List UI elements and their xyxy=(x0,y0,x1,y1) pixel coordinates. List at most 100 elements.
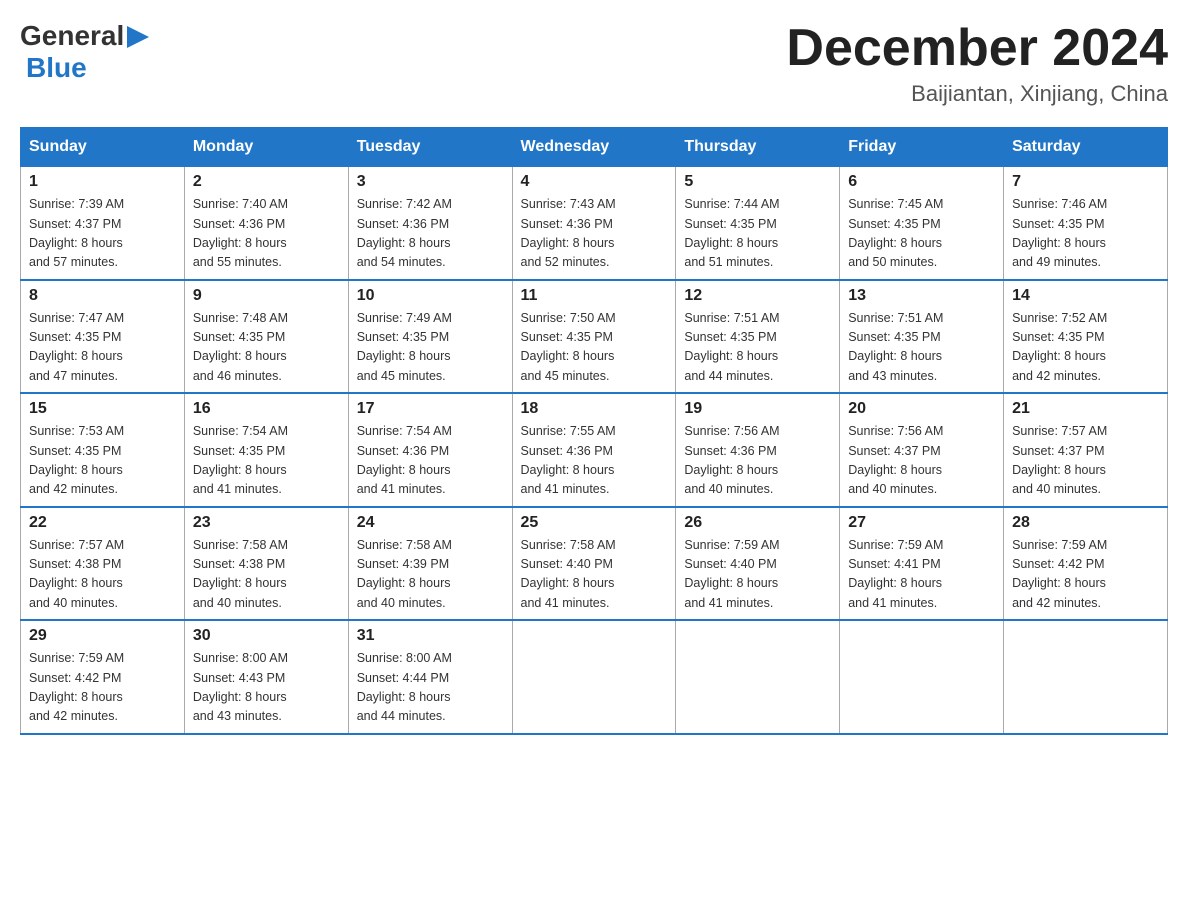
day-info: Sunrise: 7:54 AMSunset: 4:36 PMDaylight:… xyxy=(357,422,504,500)
day-number: 28 xyxy=(1012,514,1159,532)
day-info: Sunrise: 7:47 AMSunset: 4:35 PMDaylight:… xyxy=(29,309,176,387)
day-info: Sunrise: 7:59 AMSunset: 4:40 PMDaylight:… xyxy=(684,536,831,614)
day-number: 24 xyxy=(357,514,504,532)
day-info: Sunrise: 7:44 AMSunset: 4:35 PMDaylight:… xyxy=(684,195,831,273)
calendar-cell: 8 Sunrise: 7:47 AMSunset: 4:35 PMDayligh… xyxy=(21,280,185,394)
day-info: Sunrise: 7:48 AMSunset: 4:35 PMDaylight:… xyxy=(193,309,340,387)
calendar-cell: 28 Sunrise: 7:59 AMSunset: 4:42 PMDaylig… xyxy=(1004,507,1168,621)
calendar-week-row: 1 Sunrise: 7:39 AMSunset: 4:37 PMDayligh… xyxy=(21,167,1168,280)
day-number: 12 xyxy=(684,287,831,305)
day-number: 9 xyxy=(193,287,340,305)
title-block: December 2024 Baijiantan, Xinjiang, Chin… xyxy=(786,20,1168,107)
calendar-cell: 13 Sunrise: 7:51 AMSunset: 4:35 PMDaylig… xyxy=(840,280,1004,394)
calendar-cell: 1 Sunrise: 7:39 AMSunset: 4:37 PMDayligh… xyxy=(21,167,185,280)
day-number: 25 xyxy=(521,514,668,532)
day-number: 5 xyxy=(684,173,831,191)
column-header-friday: Friday xyxy=(840,128,1004,167)
day-number: 20 xyxy=(848,400,995,418)
calendar-week-row: 8 Sunrise: 7:47 AMSunset: 4:35 PMDayligh… xyxy=(21,280,1168,394)
day-info: Sunrise: 7:45 AMSunset: 4:35 PMDaylight:… xyxy=(848,195,995,273)
day-number: 18 xyxy=(521,400,668,418)
day-info: Sunrise: 7:51 AMSunset: 4:35 PMDaylight:… xyxy=(848,309,995,387)
calendar-cell: 3 Sunrise: 7:42 AMSunset: 4:36 PMDayligh… xyxy=(348,167,512,280)
calendar-cell xyxy=(676,620,840,734)
day-info: Sunrise: 7:58 AMSunset: 4:40 PMDaylight:… xyxy=(521,536,668,614)
day-info: Sunrise: 7:57 AMSunset: 4:37 PMDaylight:… xyxy=(1012,422,1159,500)
day-info: Sunrise: 7:46 AMSunset: 4:35 PMDaylight:… xyxy=(1012,195,1159,273)
day-number: 13 xyxy=(848,287,995,305)
day-info: Sunrise: 7:56 AMSunset: 4:37 PMDaylight:… xyxy=(848,422,995,500)
calendar-cell: 31 Sunrise: 8:00 AMSunset: 4:44 PMDaylig… xyxy=(348,620,512,734)
day-info: Sunrise: 8:00 AMSunset: 4:43 PMDaylight:… xyxy=(193,649,340,727)
day-number: 7 xyxy=(1012,173,1159,191)
day-info: Sunrise: 7:49 AMSunset: 4:35 PMDaylight:… xyxy=(357,309,504,387)
calendar-cell: 22 Sunrise: 7:57 AMSunset: 4:38 PMDaylig… xyxy=(21,507,185,621)
day-info: Sunrise: 7:56 AMSunset: 4:36 PMDaylight:… xyxy=(684,422,831,500)
day-number: 17 xyxy=(357,400,504,418)
calendar-header-row: SundayMondayTuesdayWednesdayThursdayFrid… xyxy=(21,128,1168,167)
logo-arrow-icon xyxy=(127,26,149,48)
day-info: Sunrise: 7:51 AMSunset: 4:35 PMDaylight:… xyxy=(684,309,831,387)
calendar-cell: 17 Sunrise: 7:54 AMSunset: 4:36 PMDaylig… xyxy=(348,393,512,507)
calendar-cell: 23 Sunrise: 7:58 AMSunset: 4:38 PMDaylig… xyxy=(184,507,348,621)
day-number: 31 xyxy=(357,627,504,645)
day-info: Sunrise: 7:40 AMSunset: 4:36 PMDaylight:… xyxy=(193,195,340,273)
calendar-cell xyxy=(1004,620,1168,734)
day-info: Sunrise: 7:58 AMSunset: 4:39 PMDaylight:… xyxy=(357,536,504,614)
day-number: 15 xyxy=(29,400,176,418)
day-info: Sunrise: 7:59 AMSunset: 4:42 PMDaylight:… xyxy=(1012,536,1159,614)
calendar-week-row: 29 Sunrise: 7:59 AMSunset: 4:42 PMDaylig… xyxy=(21,620,1168,734)
day-info: Sunrise: 7:53 AMSunset: 4:35 PMDaylight:… xyxy=(29,422,176,500)
calendar-cell: 21 Sunrise: 7:57 AMSunset: 4:37 PMDaylig… xyxy=(1004,393,1168,507)
day-number: 22 xyxy=(29,514,176,532)
calendar-cell: 4 Sunrise: 7:43 AMSunset: 4:36 PMDayligh… xyxy=(512,167,676,280)
calendar-cell: 7 Sunrise: 7:46 AMSunset: 4:35 PMDayligh… xyxy=(1004,167,1168,280)
location-title: Baijiantan, Xinjiang, China xyxy=(786,81,1168,107)
day-info: Sunrise: 7:54 AMSunset: 4:35 PMDaylight:… xyxy=(193,422,340,500)
calendar-cell: 10 Sunrise: 7:49 AMSunset: 4:35 PMDaylig… xyxy=(348,280,512,394)
day-number: 3 xyxy=(357,173,504,191)
day-number: 30 xyxy=(193,627,340,645)
day-number: 14 xyxy=(1012,287,1159,305)
column-header-sunday: Sunday xyxy=(21,128,185,167)
calendar-cell: 5 Sunrise: 7:44 AMSunset: 4:35 PMDayligh… xyxy=(676,167,840,280)
day-number: 27 xyxy=(848,514,995,532)
day-info: Sunrise: 7:55 AMSunset: 4:36 PMDaylight:… xyxy=(521,422,668,500)
column-header-monday: Monday xyxy=(184,128,348,167)
calendar-cell: 14 Sunrise: 7:52 AMSunset: 4:35 PMDaylig… xyxy=(1004,280,1168,394)
day-number: 11 xyxy=(521,287,668,305)
calendar-cell: 26 Sunrise: 7:59 AMSunset: 4:40 PMDaylig… xyxy=(676,507,840,621)
calendar-cell: 24 Sunrise: 7:58 AMSunset: 4:39 PMDaylig… xyxy=(348,507,512,621)
day-number: 10 xyxy=(357,287,504,305)
logo-blue-text: Blue xyxy=(26,52,87,84)
column-header-saturday: Saturday xyxy=(1004,128,1168,167)
column-header-wednesday: Wednesday xyxy=(512,128,676,167)
calendar-cell xyxy=(840,620,1004,734)
day-info: Sunrise: 7:52 AMSunset: 4:35 PMDaylight:… xyxy=(1012,309,1159,387)
day-info: Sunrise: 7:42 AMSunset: 4:36 PMDaylight:… xyxy=(357,195,504,273)
calendar-cell: 25 Sunrise: 7:58 AMSunset: 4:40 PMDaylig… xyxy=(512,507,676,621)
day-number: 6 xyxy=(848,173,995,191)
day-info: Sunrise: 7:57 AMSunset: 4:38 PMDaylight:… xyxy=(29,536,176,614)
column-header-tuesday: Tuesday xyxy=(348,128,512,167)
calendar-cell: 9 Sunrise: 7:48 AMSunset: 4:35 PMDayligh… xyxy=(184,280,348,394)
day-number: 16 xyxy=(193,400,340,418)
page-header: General Blue December 2024 Baijiantan, X… xyxy=(20,20,1168,107)
day-number: 21 xyxy=(1012,400,1159,418)
calendar-cell: 20 Sunrise: 7:56 AMSunset: 4:37 PMDaylig… xyxy=(840,393,1004,507)
day-info: Sunrise: 7:59 AMSunset: 4:42 PMDaylight:… xyxy=(29,649,176,727)
logo-general-text: General xyxy=(20,20,124,52)
day-number: 2 xyxy=(193,173,340,191)
day-info: Sunrise: 7:43 AMSunset: 4:36 PMDaylight:… xyxy=(521,195,668,273)
calendar-week-row: 15 Sunrise: 7:53 AMSunset: 4:35 PMDaylig… xyxy=(21,393,1168,507)
day-number: 8 xyxy=(29,287,176,305)
calendar-cell: 16 Sunrise: 7:54 AMSunset: 4:35 PMDaylig… xyxy=(184,393,348,507)
calendar-table: SundayMondayTuesdayWednesdayThursdayFrid… xyxy=(20,127,1168,735)
day-info: Sunrise: 8:00 AMSunset: 4:44 PMDaylight:… xyxy=(357,649,504,727)
calendar-cell: 6 Sunrise: 7:45 AMSunset: 4:35 PMDayligh… xyxy=(840,167,1004,280)
logo: General Blue xyxy=(20,20,149,84)
day-info: Sunrise: 7:39 AMSunset: 4:37 PMDaylight:… xyxy=(29,195,176,273)
calendar-cell: 18 Sunrise: 7:55 AMSunset: 4:36 PMDaylig… xyxy=(512,393,676,507)
calendar-cell: 12 Sunrise: 7:51 AMSunset: 4:35 PMDaylig… xyxy=(676,280,840,394)
day-number: 23 xyxy=(193,514,340,532)
